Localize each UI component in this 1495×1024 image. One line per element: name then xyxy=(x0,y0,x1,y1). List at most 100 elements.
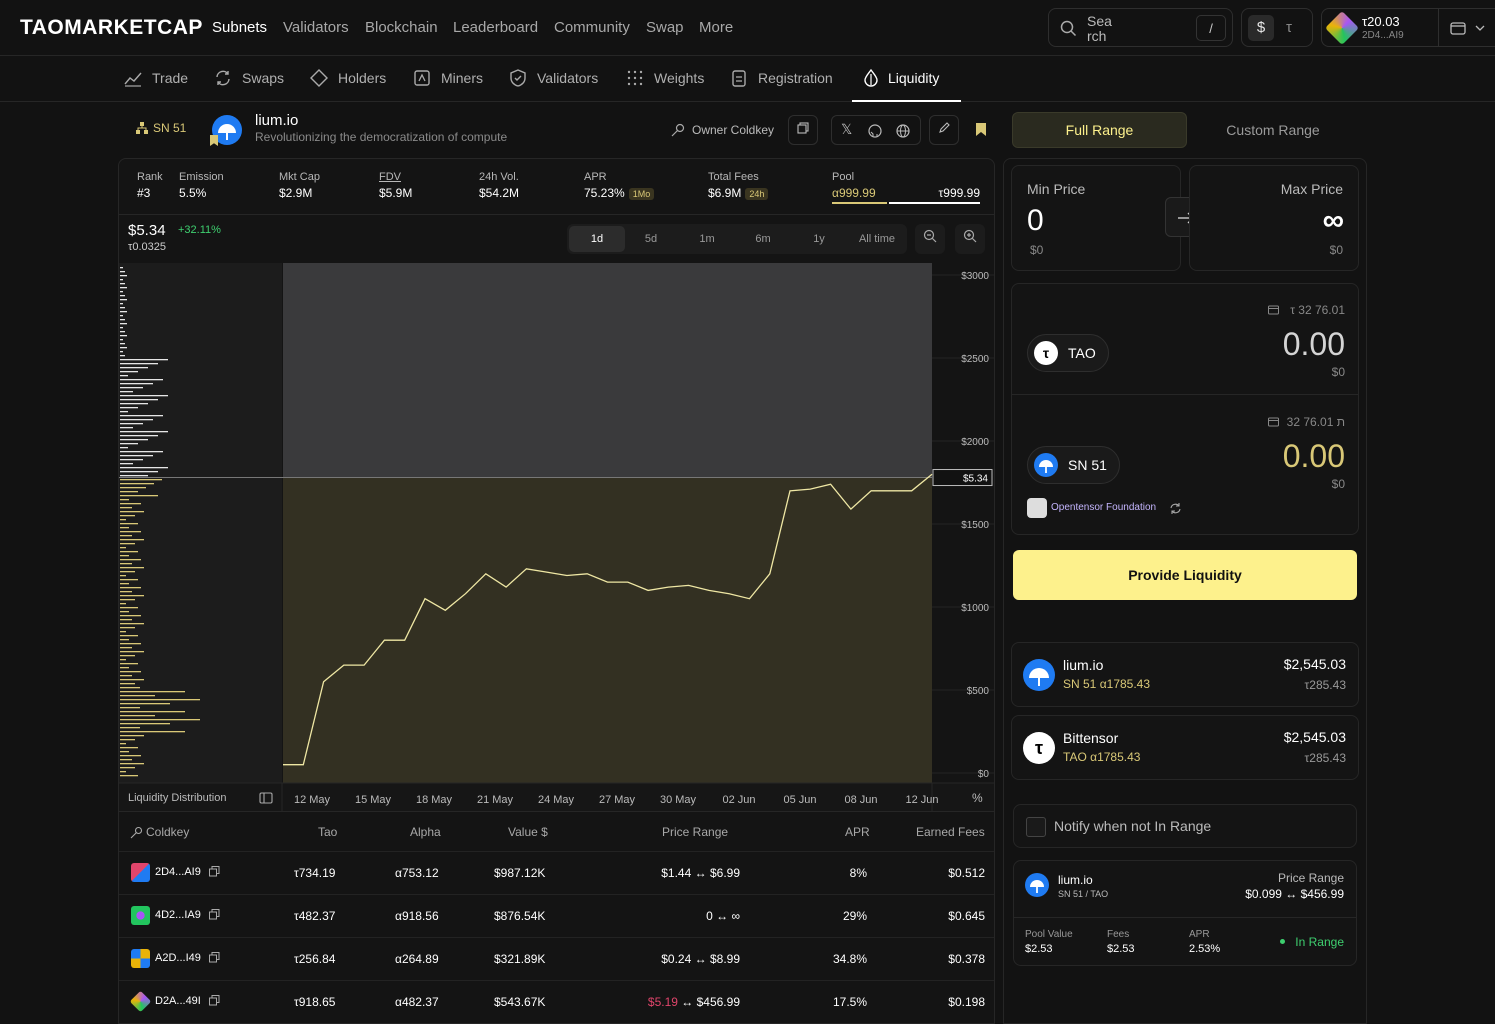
min-price-box[interactable]: Min Price 0 $0 xyxy=(1011,165,1181,271)
nav-more[interactable]: More xyxy=(699,19,733,36)
position-row[interactable]: τ Bittensor TAO α1785.43 $2,545.03 τ285.… xyxy=(1011,715,1359,780)
timeframe-all[interactable]: All time xyxy=(847,224,907,254)
liquidity-bar xyxy=(120,691,185,693)
col-value[interactable]: Value $ xyxy=(508,825,548,839)
card-range-high: $456.99 xyxy=(1300,887,1344,901)
tab-registration[interactable]: Registration xyxy=(730,56,833,102)
github-icon[interactable] xyxy=(868,124,882,138)
bookmark-icon[interactable] xyxy=(976,123,986,136)
refresh-icon[interactable] xyxy=(1169,502,1182,515)
currency-usd-option[interactable]: $ xyxy=(1248,15,1274,41)
tab-holders[interactable]: Holders xyxy=(310,56,386,102)
notify-option[interactable]: Notify when not In Range xyxy=(1013,804,1357,848)
timeframe-1d[interactable]: 1d xyxy=(569,226,625,252)
chevron-down-icon[interactable] xyxy=(1475,25,1485,31)
max-price-value[interactable]: ∞ xyxy=(1323,204,1344,238)
col-apr[interactable]: APR xyxy=(845,825,870,839)
sn-token-selector[interactable]: SN 51 xyxy=(1027,446,1120,484)
col-tao[interactable]: Tao xyxy=(318,825,337,839)
table-row[interactable]: 4D2...IA9 τ482.37 α918.56 $876.54K 0 ↔ ∞… xyxy=(119,894,994,937)
min-price-value[interactable]: 0 xyxy=(1027,204,1044,238)
tab-weights[interactable]: Weights xyxy=(626,56,704,102)
x-twitter-icon[interactable]: 𝕏 xyxy=(841,121,852,138)
position-row[interactable]: lium.io SN 51 α1785.43 $2,545.03 τ285.43 xyxy=(1011,642,1359,707)
coldkey-address[interactable]: A2D...I49 xyxy=(155,952,201,964)
tab-liquidity[interactable]: Liquidity xyxy=(852,56,961,102)
liquidity-bar xyxy=(120,451,163,453)
nav-validators[interactable]: Validators xyxy=(283,19,349,36)
copy-icon[interactable] xyxy=(209,909,220,920)
edit-button[interactable] xyxy=(929,115,959,145)
sn-amount-input[interactable]: 0.00 xyxy=(1283,438,1345,475)
coldkey-address[interactable]: D2A...49I xyxy=(155,995,201,1007)
liquidity-bar xyxy=(120,699,200,701)
copy-icon[interactable] xyxy=(209,995,220,1006)
col-earned-fees[interactable]: Earned Fees xyxy=(916,825,985,839)
timeframe-5d[interactable]: 5d xyxy=(623,224,679,254)
full-range-tab[interactable]: Full Range xyxy=(1012,112,1187,148)
zoom-in-button[interactable] xyxy=(955,224,985,254)
zoom-out-button[interactable] xyxy=(915,224,945,254)
nav-leaderboard[interactable]: Leaderboard xyxy=(453,19,538,36)
range-high: $8.99 xyxy=(709,952,740,966)
tab-miners[interactable]: Miners xyxy=(413,56,483,102)
currency-toggle[interactable]: $ τ xyxy=(1241,8,1313,47)
max-price-box[interactable]: Max Price ∞ $0 xyxy=(1189,165,1359,271)
percent-toggle[interactable]: % xyxy=(972,791,983,805)
timeframe-1m[interactable]: 1m xyxy=(679,224,735,254)
wallet-button[interactable]: τ20.03 2D4...AI9 xyxy=(1321,8,1495,47)
tab-trade[interactable]: Trade xyxy=(124,56,188,102)
validator-name[interactable]: Opentensor Foundation xyxy=(1051,502,1156,513)
copy-button[interactable] xyxy=(788,115,818,145)
col-coldkey[interactable]: Coldkey xyxy=(146,825,189,839)
nav-swap[interactable]: Swap xyxy=(646,19,684,36)
liquidity-bar xyxy=(120,679,144,681)
table-row[interactable]: 2D4...AI9 τ734.19 α753.12 $987.12K $1.44… xyxy=(119,851,994,894)
owner-coldkey-link[interactable]: Owner Coldkey xyxy=(692,123,774,137)
table-row[interactable]: D2A...49I τ918.65 α482.37 $543.67K $5.19… xyxy=(119,980,994,1023)
tao-amount: τ918.65 xyxy=(294,995,336,1009)
position-card[interactable]: lium.io SN 51 / TAO Price Range $0.099 ↔… xyxy=(1013,860,1357,966)
liquidity-bar xyxy=(120,315,123,317)
copy-icon[interactable] xyxy=(209,952,220,963)
copy-icon[interactable] xyxy=(209,866,220,877)
pencil-icon xyxy=(938,122,950,133)
tab-swaps[interactable]: Swaps xyxy=(214,56,284,102)
card-range-arrow: ↔ xyxy=(1285,887,1298,901)
coldkey-address[interactable]: 4D2...IA9 xyxy=(155,909,201,921)
sn-balance[interactable]: ת 76.01 32 xyxy=(1287,415,1345,429)
liquidity-bar xyxy=(120,687,140,689)
custom-range-tab[interactable]: Custom Range xyxy=(1187,112,1359,148)
app-logo[interactable]: TAOMARKETCAP xyxy=(20,16,203,40)
timeframe-1y[interactable]: 1y xyxy=(791,224,847,254)
validator-avatar xyxy=(1027,498,1047,518)
price-chart[interactable]: $3000 $2500 $2000 $1500 $1000 $500 $0 $5.34 12… xyxy=(119,263,995,811)
tab-holders-label: Holders xyxy=(338,70,387,86)
globe-icon[interactable] xyxy=(896,124,910,138)
currency-tao-option[interactable]: τ xyxy=(1286,19,1292,36)
liquidity-bar xyxy=(120,519,126,521)
nav-blockchain[interactable]: Blockchain xyxy=(365,19,438,36)
col-price-range[interactable]: Price Range xyxy=(662,825,728,839)
liquidity-bar xyxy=(120,567,144,569)
wallet-divider xyxy=(1438,9,1439,47)
liquidity-bar xyxy=(120,379,163,381)
alpha-amount: α482.37 xyxy=(395,995,439,1009)
wallet-icon[interactable] xyxy=(1450,21,1466,35)
clipboard-icon xyxy=(732,70,746,87)
col-alpha[interactable]: Alpha xyxy=(410,825,441,839)
notify-checkbox[interactable] xyxy=(1026,817,1046,837)
table-row[interactable]: A2D...I49 τ256.84 α264.89 $321.89K $0.24… xyxy=(119,937,994,980)
timeframe-6m[interactable]: 6m xyxy=(735,224,791,254)
tab-validators[interactable]: Validators xyxy=(509,56,598,102)
liquidity-bar xyxy=(120,607,138,609)
tao-amount-input[interactable]: 0.00 xyxy=(1283,326,1345,363)
search-input[interactable]: Sea rch / xyxy=(1048,8,1233,47)
sidebar-toggle-icon[interactable] xyxy=(259,792,273,804)
tao-token-selector[interactable]: τ TAO xyxy=(1027,334,1109,372)
nav-subnets[interactable]: Subnets xyxy=(212,19,267,36)
nav-community[interactable]: Community xyxy=(554,19,630,36)
coldkey-address[interactable]: 2D4...AI9 xyxy=(155,866,201,878)
tao-balance[interactable]: τ 32 76.01 xyxy=(1290,303,1345,317)
provide-liquidity-button[interactable]: Provide Liquidity xyxy=(1013,550,1357,600)
